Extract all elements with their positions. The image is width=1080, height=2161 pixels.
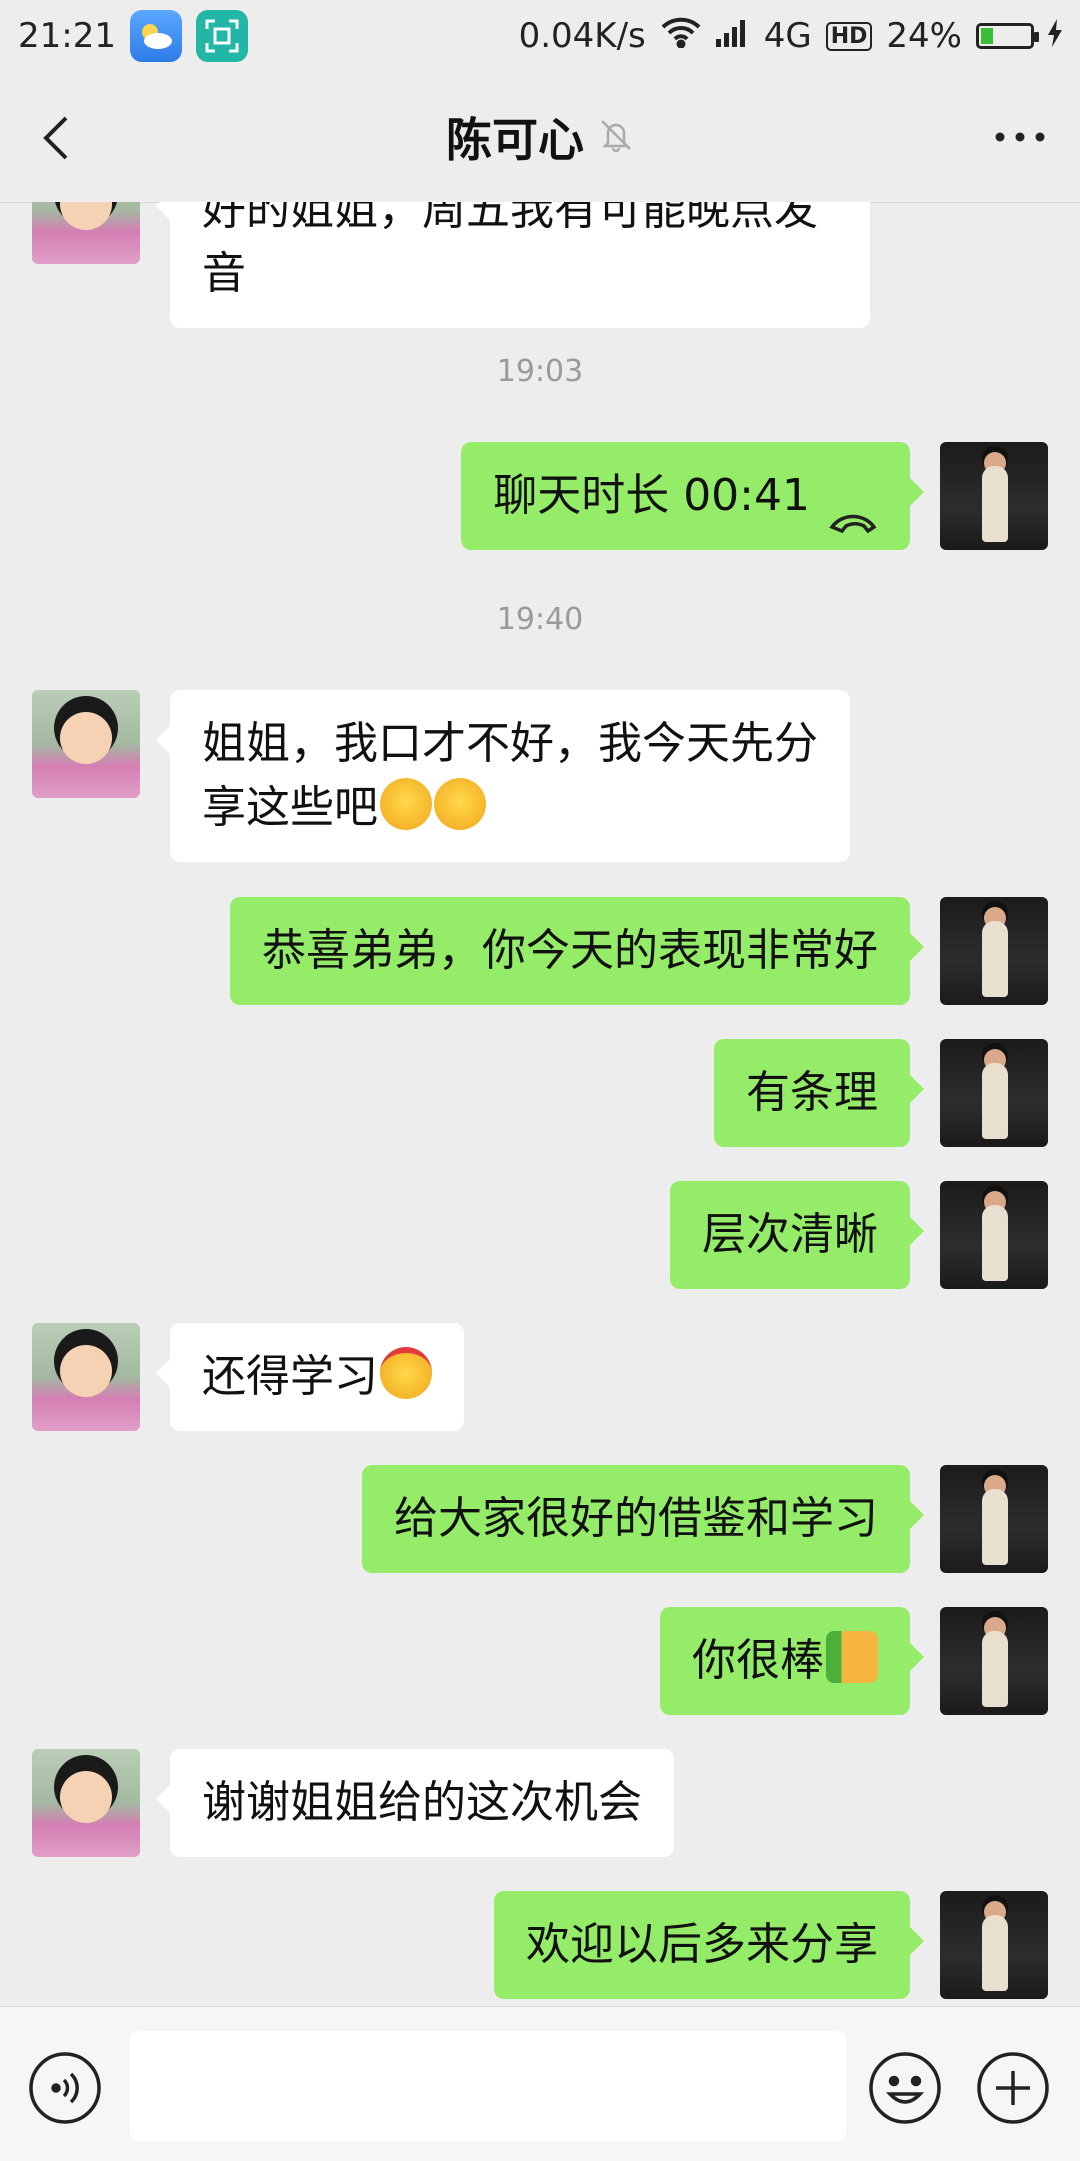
battery-icon <box>976 23 1039 49</box>
thinking-emoji-icon <box>380 1347 432 1399</box>
message-received: 还得学习 <box>32 1323 464 1431</box>
message-bubble[interactable]: 还得学习 <box>156 1323 464 1431</box>
message-bubble[interactable]: 有条理 <box>714 1039 924 1147</box>
message-received: 好的姐姐，周五我有可能晚点发音 <box>32 202 870 328</box>
message-input[interactable] <box>130 2031 846 2141</box>
crying-laughing-emoji-icon <box>434 778 486 830</box>
timestamp: 19:03 <box>496 354 584 389</box>
net-speed: 0.04K/s <box>518 16 646 56</box>
my-avatar[interactable] <box>940 1181 1048 1289</box>
my-avatar[interactable] <box>940 1891 1048 1999</box>
message-received: 姐姐，我口才不好，我今天先分享这些吧 <box>32 690 850 862</box>
status-time: 21:21 <box>18 16 116 56</box>
my-avatar[interactable] <box>940 1465 1048 1573</box>
scan-app-icon <box>195 10 248 62</box>
emoji-picker-icon[interactable] <box>868 2051 942 2125</box>
mute-icon <box>598 117 634 157</box>
hd-badge: HD <box>825 21 873 51</box>
back-icon[interactable] <box>30 110 86 166</box>
my-avatar[interactable] <box>940 442 1048 550</box>
crying-laughing-emoji-icon <box>380 778 432 830</box>
charging-icon <box>1048 16 1062 56</box>
message-sent: 欢迎以后多来分享 <box>494 1891 1048 1999</box>
timestamp: 19:40 <box>496 602 584 637</box>
battery-percent: 24% <box>886 16 962 56</box>
message-bubble[interactable]: 谢谢姐姐给的这次机会 <box>156 1749 674 1857</box>
message-sent: 恭喜弟弟，你今天的表现非常好 <box>230 897 1048 1005</box>
weather-app-icon <box>129 10 182 62</box>
contact-avatar[interactable] <box>32 1749 140 1857</box>
wifi-icon <box>660 16 702 57</box>
my-avatar[interactable] <box>940 1607 1048 1715</box>
status-bar: 21:21 0.04K/s 4G HD 24% <box>0 0 1080 72</box>
message-bubble[interactable]: 好的姐姐，周五我有可能晚点发音 <box>156 202 870 328</box>
more-options-icon[interactable] <box>990 117 1050 157</box>
message-bubble[interactable]: 给大家很好的借鉴和学习 <box>362 1465 924 1573</box>
message-bubble[interactable]: 欢迎以后多来分享 <box>494 1891 924 1999</box>
message-bubble[interactable]: 你很棒 <box>660 1607 924 1715</box>
message-bubble[interactable]: 恭喜弟弟，你今天的表现非常好 <box>230 897 924 1005</box>
message-bubble[interactable]: 姐姐，我口才不好，我今天先分享这些吧 <box>156 690 850 862</box>
phone-hangup-icon <box>828 487 878 534</box>
message-sent: 层次清晰 <box>670 1181 1048 1289</box>
my-avatar[interactable] <box>940 897 1048 1005</box>
contact-avatar[interactable] <box>32 202 140 264</box>
message-sent: 有条理 <box>714 1039 1048 1147</box>
voice-input-icon[interactable] <box>28 2051 102 2125</box>
thumbs-up-emoji-icon <box>826 1631 878 1683</box>
chat-title: 陈可心 <box>446 113 584 167</box>
my-avatar[interactable] <box>940 1039 1048 1147</box>
network-type: 4G <box>763 16 812 56</box>
message-list[interactable]: 好的姐姐，周五我有可能晚点发音 19:03 聊天时长 00:41 19:40 姐… <box>0 202 1080 2005</box>
more-functions-plus-icon[interactable] <box>976 2051 1050 2125</box>
message-sent: 给大家很好的借鉴和学习 <box>362 1465 1048 1573</box>
message-sent: 聊天时长 00:41 <box>461 442 1048 550</box>
message-sent: 你很棒 <box>660 1607 1048 1715</box>
chat-header: 陈可心 <box>0 72 1080 203</box>
contact-avatar[interactable] <box>32 690 140 798</box>
message-bubble[interactable]: 层次清晰 <box>670 1181 924 1289</box>
signal-icon <box>715 16 750 56</box>
contact-avatar[interactable] <box>32 1323 140 1431</box>
input-bar <box>0 2006 1080 2161</box>
call-record-bubble[interactable]: 聊天时长 00:41 <box>461 442 924 550</box>
message-received: 谢谢姐姐给的这次机会 <box>32 1749 674 1857</box>
